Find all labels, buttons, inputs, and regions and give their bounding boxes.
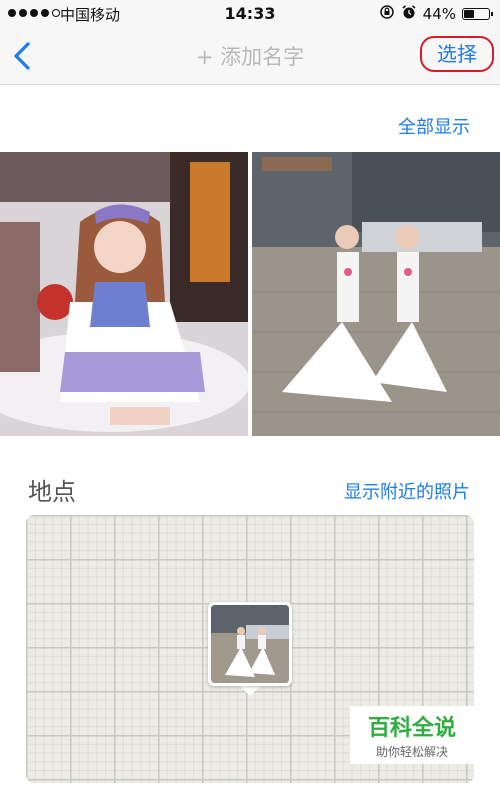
show-all-link[interactable]: 全部显示 <box>398 113 470 139</box>
select-button[interactable]: 选择 <box>420 36 494 72</box>
orientation-lock-icon <box>379 4 395 24</box>
status-bar: 中国移动 14:33 44% <box>0 0 500 28</box>
nav-bar: + 添加名字 选择 <box>0 28 500 85</box>
status-right: 44% <box>379 4 493 24</box>
pin-thumbnail-icon <box>211 605 289 683</box>
watermark-logo: 百科全说 助你轻松解决 <box>350 706 474 764</box>
show-nearby-photos-link[interactable]: 显示附近的照片 <box>344 478 470 504</box>
watermark-subtitle: 助你轻松解决 <box>375 745 448 759</box>
photo-cosplay-girl-icon[interactable] <box>0 152 248 436</box>
watermark-title: 百科全说 <box>367 716 456 741</box>
map-photo-pin[interactable] <box>208 602 292 686</box>
alarm-icon <box>401 4 417 24</box>
add-name-button[interactable] <box>185 36 315 76</box>
battery-percent: 44% <box>422 5 456 23</box>
photo-two-cosplayers-icon[interactable] <box>252 152 500 436</box>
battery-icon <box>462 8 493 20</box>
back-chevron-icon[interactable] <box>10 40 36 72</box>
location-title: 地点 <box>28 478 76 506</box>
